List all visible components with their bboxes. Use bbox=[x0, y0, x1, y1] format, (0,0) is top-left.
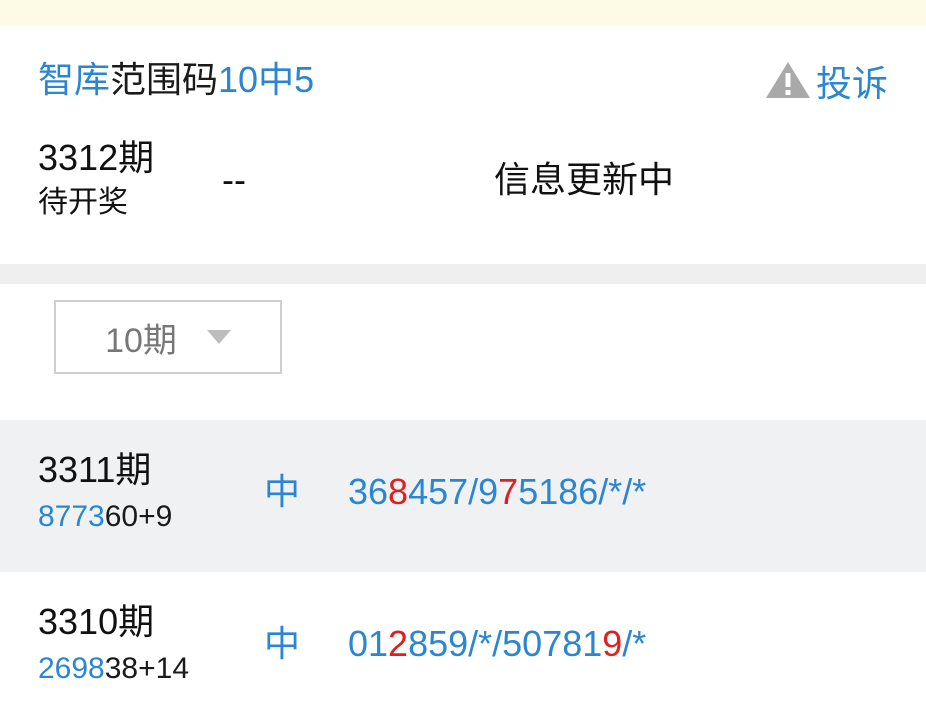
row-issue-number: 3311期 bbox=[38, 449, 152, 490]
complain-button[interactable]: 投诉 bbox=[764, 60, 888, 108]
title-part: 范围码 bbox=[110, 59, 219, 100]
row-draw-result: 269838+14 bbox=[38, 652, 189, 686]
code-part: 01 bbox=[348, 623, 389, 664]
period-select-value: 10期 bbox=[105, 321, 177, 360]
draw-part: 8773 bbox=[38, 500, 105, 533]
row-codes: 368457/975186/*/* bbox=[348, 472, 646, 512]
row-hit-label: 中 bbox=[264, 623, 301, 664]
table-row: 3311期 877360+9 中 368457/975186/*/* bbox=[0, 420, 926, 572]
row-hit-label: 中 bbox=[264, 471, 301, 512]
code-part-hit: 2 bbox=[388, 623, 409, 664]
current-issue-number: 3312期 bbox=[38, 137, 155, 178]
section-divider bbox=[0, 264, 926, 284]
code-part-hit: 7 bbox=[498, 471, 519, 512]
warning-triangle-icon bbox=[764, 60, 816, 108]
current-issue-status: 待开奖 bbox=[38, 186, 128, 219]
code-part: 5186/*/* bbox=[518, 471, 647, 512]
caret-down-icon bbox=[206, 330, 231, 344]
draw-part: 38+14 bbox=[104, 652, 190, 685]
code-part: 457/9 bbox=[408, 471, 499, 512]
title-part: 10中5 bbox=[218, 59, 315, 100]
current-draw-placeholder: -- bbox=[222, 159, 246, 200]
draw-part: 2698 bbox=[38, 652, 105, 685]
page-title: 智库范围码10中5 bbox=[38, 60, 314, 100]
complain-label: 投诉 bbox=[815, 63, 888, 104]
table-row: 3310期 269838+14 中 012859/*/507819/* bbox=[0, 572, 926, 724]
top-banner-strip bbox=[0, 0, 926, 26]
header: 智库范围码10中5 投诉 bbox=[0, 26, 926, 126]
period-select[interactable]: 10期 bbox=[54, 300, 282, 374]
code-part-hit: 8 bbox=[388, 471, 409, 512]
code-part: 36 bbox=[348, 471, 389, 512]
current-issue-panel: 3312期 待开奖 -- 信息更新中 bbox=[0, 126, 926, 264]
code-part: /* bbox=[622, 623, 647, 664]
row-codes: 012859/*/507819/* bbox=[348, 624, 646, 664]
filter-area: 10期 bbox=[0, 284, 926, 420]
code-part: 859/*/50781 bbox=[408, 623, 603, 664]
title-part: 智库 bbox=[38, 59, 111, 100]
current-info-text: 信息更新中 bbox=[494, 159, 675, 200]
draw-part: 60+9 bbox=[104, 500, 173, 533]
row-draw-result: 877360+9 bbox=[38, 500, 172, 534]
code-part-hit: 9 bbox=[602, 623, 623, 664]
row-issue-number: 3310期 bbox=[38, 601, 155, 642]
